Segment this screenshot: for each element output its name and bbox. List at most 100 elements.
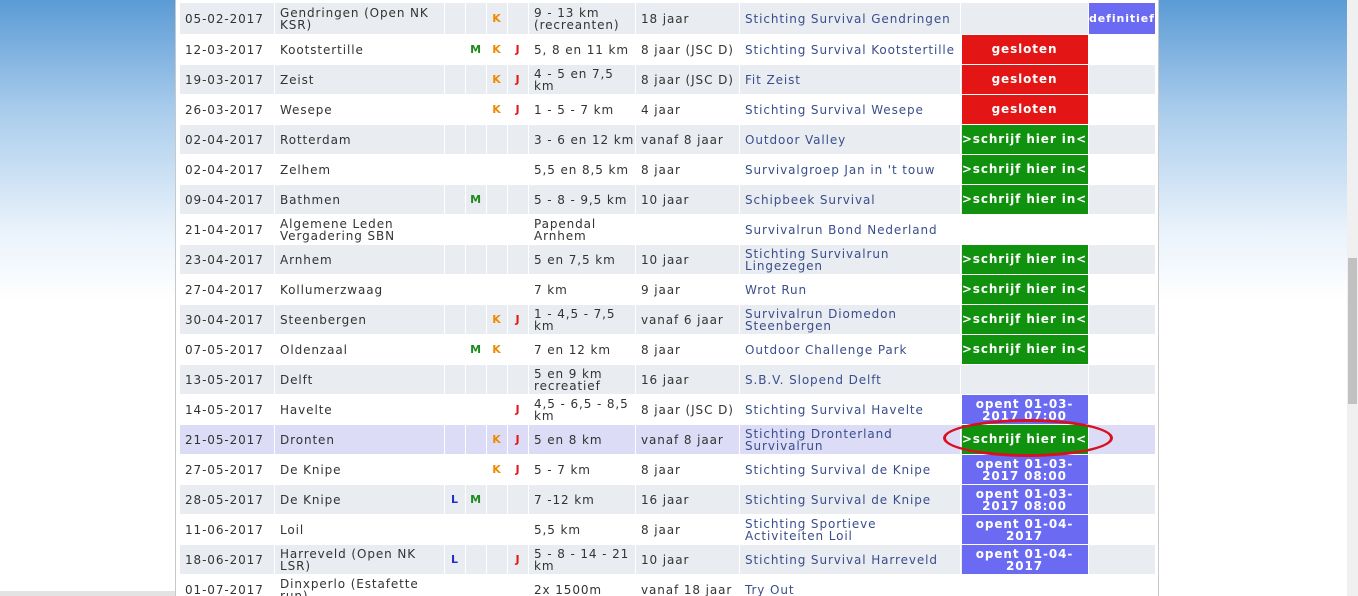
category-j-flag [507, 2, 529, 35]
category-l-flag [444, 514, 466, 545]
organizer-link[interactable]: Stichting Sportieve Activiteiten Loil [739, 514, 961, 545]
category-m-flag [465, 274, 487, 305]
table-row: 13-05-2017 Delft 5 en 9 km recreatief 16 ja… [179, 364, 1156, 395]
category-m-flag [465, 394, 487, 425]
category-j-flag [507, 574, 529, 596]
registration-cell [960, 364, 1089, 395]
event-date: 09-04-2017 [179, 184, 275, 215]
table-row: 27-04-2017 Kollumerzwaag 7 km 9 jaar Wrot Ru… [179, 274, 1156, 305]
category-l-flag [444, 34, 466, 65]
organizer-link[interactable]: Stichting Survival de Knipe [739, 454, 961, 485]
event-place: Dronten [274, 424, 445, 455]
event-age: vanaf 8 jaar [635, 124, 740, 155]
event-distance: 5 en 8 km [528, 424, 636, 455]
horizontal-scrollbar[interactable] [0, 591, 175, 596]
organizer-link[interactable]: Outdoor Challenge Park [739, 334, 961, 365]
organizer-link[interactable]: Wrot Run [739, 274, 961, 305]
table-row: 05-02-2017 Gendringen (Open NK KSR) K 9 - 1… [179, 2, 1156, 35]
category-m-flag [465, 364, 487, 395]
events-table-body: 05-02-2017 Gendringen (Open NK KSR) K 9 - 1… [179, 2, 1156, 596]
event-place: Havelte [274, 394, 445, 425]
organizer-link[interactable]: Stichting Survival Gendringen [739, 2, 961, 35]
register-button[interactable]: >schrijf hier in< [961, 185, 1088, 214]
category-j-flag: J [507, 454, 529, 485]
event-distance: 1 - 5 - 7 km [528, 94, 636, 125]
category-l-flag [444, 64, 466, 95]
event-place: Wesepe [274, 94, 445, 125]
status-cell [1088, 394, 1156, 425]
register-button[interactable]: >schrijf hier in< [961, 155, 1088, 184]
registration-cell: opent 01-03-2017 08:00 [960, 484, 1089, 515]
register-button[interactable]: >schrijf hier in< [961, 335, 1088, 364]
registration-cell: >schrijf hier in< [960, 184, 1089, 215]
table-row: 27-05-2017 De Knipe K J 5 - 7 km 8 jaar Sticht… [179, 454, 1156, 485]
category-k-flag [486, 124, 508, 155]
category-k-flag: K [486, 2, 508, 35]
category-j-flag: J [507, 544, 529, 575]
category-k-flag [486, 274, 508, 305]
organizer-link[interactable]: Schipbeek Survival [739, 184, 961, 215]
register-button[interactable]: >schrijf hier in< [961, 305, 1088, 334]
register-button[interactable]: >schrijf hier in< [961, 275, 1088, 304]
register-button[interactable]: >schrijf hier in< [961, 125, 1088, 154]
organizer-link[interactable]: Outdoor Valley [739, 124, 961, 155]
organizer-link[interactable]: Stichting Survival Harreveld [739, 544, 961, 575]
category-j-flag [507, 364, 529, 395]
event-distance: 9 - 13 km (recreanten) [528, 2, 636, 35]
event-place: Rotterdam [274, 124, 445, 155]
scrollbar-thumb[interactable] [1348, 258, 1357, 404]
event-distance: 1 - 4,5 - 7,5 km [528, 304, 636, 335]
category-j-flag: J [507, 424, 529, 455]
organizer-link[interactable]: Survivalgroep Jan in 't touw [739, 154, 961, 185]
organizer-link[interactable]: Stichting Survivalrun Lingezegen [739, 244, 961, 275]
event-date: 21-04-2017 [179, 214, 275, 245]
organizer-link[interactable]: S.B.V. Slopend Delft [739, 364, 961, 395]
status-cell [1088, 124, 1156, 155]
registration-opens-badge: opent 01-03-2017 07:00 [961, 395, 1088, 424]
event-distance: 4 - 5 en 7,5 km [528, 64, 636, 95]
event-place: Kollumerzwaag [274, 274, 445, 305]
event-date: 13-05-2017 [179, 364, 275, 395]
status-cell [1088, 304, 1156, 335]
category-l-flag [444, 394, 466, 425]
organizer-link[interactable]: Try Out [739, 574, 961, 596]
register-button[interactable]: >schrijf hier in< [961, 245, 1088, 274]
category-k-flag [486, 574, 508, 596]
organizer-link[interactable]: Stichting Survival Wesepe [739, 94, 961, 125]
registration-opens-badge: opent 01-03-2017 08:00 [961, 455, 1088, 484]
event-distance: 5 en 9 km recreatief [528, 364, 636, 395]
category-m-flag [465, 214, 487, 245]
event-date: 18-06-2017 [179, 544, 275, 575]
status-cell [1088, 244, 1156, 275]
table-row: 14-05-2017 Havelte J 4,5 - 6,5 - 8,5 km 8 ja… [179, 394, 1156, 425]
registration-cell: >schrijf hier in< [960, 124, 1089, 155]
category-m-flag: M [465, 334, 487, 365]
organizer-link[interactable]: Fit Zeist [739, 64, 961, 95]
category-j-flag [507, 214, 529, 245]
event-age: 8 jaar [635, 454, 740, 485]
category-l-flag [444, 424, 466, 455]
category-l-flag: L [444, 544, 466, 575]
category-j-flag: J [507, 394, 529, 425]
category-m-flag [465, 544, 487, 575]
event-age: 10 jaar [635, 244, 740, 275]
organizer-link[interactable]: Survivalrun Bond Nederland [739, 214, 961, 245]
category-l-flag [444, 94, 466, 125]
vertical-scrollbar[interactable] [1347, 0, 1358, 596]
registration-cell: opent 01-03-2017 07:00 [960, 394, 1089, 425]
event-distance: Papendal Arnhem [528, 214, 636, 245]
category-l-flag: L [444, 484, 466, 515]
organizer-link[interactable]: Stichting Survival de Knipe [739, 484, 961, 515]
organizer-link[interactable]: Stichting Survival Kootstertille [739, 34, 961, 65]
event-distance: 5 - 8 - 9,5 km [528, 184, 636, 215]
organizer-link[interactable]: Stichting Dronterland Survivalrun [739, 424, 961, 455]
organizer-link[interactable]: Survivalrun Diomedon Steenbergen [739, 304, 961, 335]
category-m-flag [465, 244, 487, 275]
register-button[interactable]: >schrijf hier in< [961, 425, 1088, 454]
event-date: 19-03-2017 [179, 64, 275, 95]
table-row: 21-04-2017 Algemene Leden Vergadering SBN… [179, 214, 1156, 245]
status-badge: definitief [1089, 3, 1155, 34]
event-place: Bathmen [274, 184, 445, 215]
organizer-link[interactable]: Stichting Survival Havelte [739, 394, 961, 425]
category-j-flag: J [507, 34, 529, 65]
